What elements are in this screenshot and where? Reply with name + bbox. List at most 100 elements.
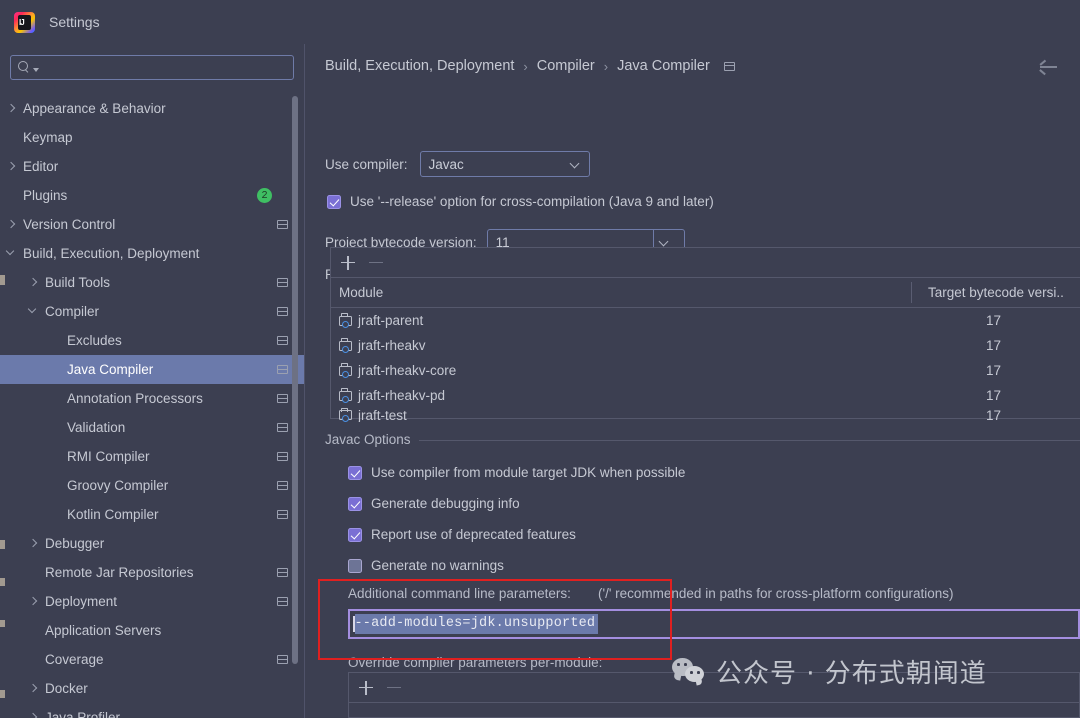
table-row[interactable]: jraft-test 17 xyxy=(331,408,1080,422)
sidebar-item-label: Java Compiler xyxy=(67,362,154,377)
javac-option-row[interactable]: Generate no warnings xyxy=(348,558,504,573)
chevron-right-icon[interactable] xyxy=(28,683,39,694)
sidebar-item-groovy-compiler[interactable]: Groovy Compiler xyxy=(0,471,304,500)
sidebar-item-label: Java Profiler xyxy=(45,710,121,718)
sidebar-item-build-tools[interactable]: Build Tools xyxy=(0,268,304,297)
additional-params-input[interactable]: --add-modules=jdk.unsupported xyxy=(348,609,1080,639)
chevron-right-icon[interactable] xyxy=(28,712,39,718)
module-name: jraft-test xyxy=(358,408,407,422)
chevron-right-icon[interactable] xyxy=(6,103,17,114)
table-row[interactable]: jraft-rheakv-pd 17 xyxy=(331,383,1080,408)
javac-option-row[interactable]: Generate debugging info xyxy=(348,496,520,511)
column-header-module[interactable]: Module xyxy=(339,285,917,300)
javac-option-label: Generate debugging info xyxy=(371,496,520,511)
chevron-down-icon[interactable] xyxy=(28,306,39,317)
sidebar-item-keymap[interactable]: Keymap xyxy=(0,123,304,152)
sidebar-item-label: Version Control xyxy=(23,217,116,232)
sidebar-item-remote-jar-repositories[interactable]: Remote Jar Repositories xyxy=(0,558,304,587)
sidebar-item-version-control[interactable]: Version Control xyxy=(0,210,304,239)
chevron-down-icon xyxy=(571,159,581,169)
sidebar-item-label: Appearance & Behavior xyxy=(23,101,166,116)
javac-option-checkbox[interactable] xyxy=(348,465,362,480)
module-folder-icon xyxy=(339,363,353,378)
release-option-checkbox[interactable] xyxy=(327,194,341,209)
javac-options-title: Javac Options xyxy=(325,432,419,447)
sidebar-item-build-execution-deployment[interactable]: Build, Execution, Deployment xyxy=(0,239,304,268)
sidebar-item-application-servers[interactable]: Application Servers xyxy=(0,616,304,645)
module-scope-icon xyxy=(277,336,288,345)
module-scope-icon[interactable] xyxy=(723,61,735,71)
additional-params-label: Additional command line parameters: xyxy=(348,586,571,601)
javac-option-checkbox[interactable] xyxy=(348,558,362,573)
breadcrumb-separator: › xyxy=(523,58,528,74)
watermark: 公众号 · 分布式朝闻道 xyxy=(672,648,987,694)
sidebar-item-rmi-compiler[interactable]: RMI Compiler xyxy=(0,442,304,471)
table-row[interactable]: jraft-parent 17 xyxy=(331,308,1080,333)
sidebar-item-java-compiler[interactable]: Java Compiler xyxy=(0,355,304,384)
sidebar-item-java-profiler[interactable]: Java Profiler xyxy=(0,703,304,718)
table-row[interactable]: jraft-rheakv 17 xyxy=(331,333,1080,358)
sidebar-item-compiler[interactable]: Compiler xyxy=(0,297,304,326)
breadcrumb-part-2[interactable]: Java Compiler xyxy=(617,58,710,74)
additional-params-hint: ('/' recommended in paths for cross-plat… xyxy=(598,586,954,601)
chevron-down-icon[interactable] xyxy=(33,67,39,72)
settings-window: Settings Appearance & Behavior Keymap Edit… xyxy=(0,0,1080,718)
module-scope-icon xyxy=(277,481,288,490)
module-folder-icon xyxy=(339,408,353,422)
use-compiler-value: Javac xyxy=(428,156,464,172)
title-bar: Settings xyxy=(0,0,1080,45)
plus-icon[interactable] xyxy=(359,680,373,695)
plus-icon[interactable] xyxy=(341,255,355,270)
search-box[interactable] xyxy=(10,55,294,80)
javac-option-row[interactable]: Report use of deprecated features xyxy=(348,527,576,542)
sidebar-item-annotation-processors[interactable]: Annotation Processors xyxy=(0,384,304,413)
module-name: jraft-parent xyxy=(358,313,424,328)
module-target-version: 17 xyxy=(986,388,1002,403)
module-target-version: 17 xyxy=(986,338,1002,353)
module-bytecode-table: Module Target bytecode versi.. jraft-par… xyxy=(330,247,1080,422)
chevron-right-icon[interactable] xyxy=(28,277,39,288)
module-target-version: 17 xyxy=(986,363,1002,378)
javac-options-divider xyxy=(325,440,1080,441)
sidebar-scrollbar[interactable] xyxy=(292,96,298,664)
breadcrumb-part-1[interactable]: Compiler xyxy=(537,58,595,74)
use-compiler-select[interactable]: Javac xyxy=(419,151,590,177)
column-header-target-bytecode[interactable]: Target bytecode versi.. xyxy=(928,285,1064,300)
use-compiler-label: Use compiler: xyxy=(325,156,408,172)
sidebar-item-docker[interactable]: Docker xyxy=(0,674,304,703)
back-arrow-icon[interactable] xyxy=(1038,59,1060,76)
chevron-right-icon[interactable] xyxy=(28,596,39,607)
sidebar-item-validation[interactable]: Validation xyxy=(0,413,304,442)
chevron-right-icon[interactable] xyxy=(28,538,39,549)
sidebar-item-appearance-behavior[interactable]: Appearance & Behavior xyxy=(0,94,304,123)
settings-tree: Appearance & Behavior Keymap Editor Plugins… xyxy=(0,94,304,718)
sidebar-item-editor[interactable]: Editor xyxy=(0,152,304,181)
release-option-checkbox-row[interactable]: Use '--release' option for cross-compila… xyxy=(327,194,714,209)
chevron-right-icon[interactable] xyxy=(6,161,17,172)
javac-option-row[interactable]: Use compiler from module target JDK when… xyxy=(348,465,685,480)
sidebar-item-coverage[interactable]: Coverage xyxy=(0,645,304,674)
sidebar-item-label: Validation xyxy=(67,420,126,435)
sidebar-item-plugins[interactable]: Plugins 2 xyxy=(0,181,304,210)
module-scope-icon xyxy=(277,220,288,229)
search-input[interactable] xyxy=(43,59,293,76)
sidebar-item-label: Kotlin Compiler xyxy=(67,507,159,522)
chevron-right-icon[interactable] xyxy=(6,219,17,230)
chevron-down-icon xyxy=(660,237,670,247)
sidebar-item-deployment[interactable]: Deployment xyxy=(0,587,304,616)
minus-icon xyxy=(387,686,401,689)
javac-option-checkbox[interactable] xyxy=(348,527,362,542)
javac-option-checkbox[interactable] xyxy=(348,496,362,511)
breadcrumb-part-0[interactable]: Build, Execution, Deployment xyxy=(325,58,514,74)
table-row[interactable]: jraft-rheakv-core 17 xyxy=(331,358,1080,383)
sidebar-item-kotlin-compiler[interactable]: Kotlin Compiler xyxy=(0,500,304,529)
sidebar-item-debugger[interactable]: Debugger xyxy=(0,529,304,558)
sidebar-item-excludes[interactable]: Excludes xyxy=(0,326,304,355)
chevron-down-icon[interactable] xyxy=(6,248,17,259)
